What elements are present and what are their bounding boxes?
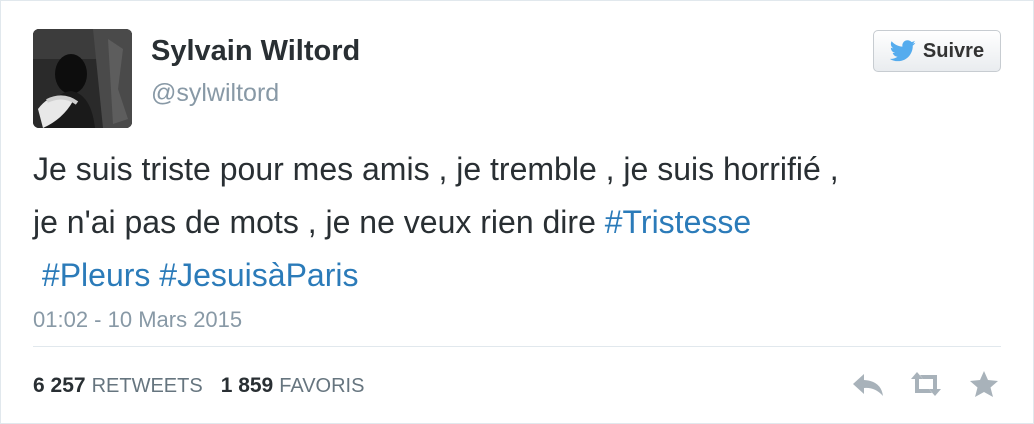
- avatar[interactable]: [33, 29, 132, 128]
- hashtag-pleurs[interactable]: #Pleurs: [42, 257, 151, 293]
- tweet-line-3: #Pleurs #JesuisàParis: [33, 249, 993, 302]
- twitter-bird-icon: [889, 40, 916, 62]
- follow-label: Suivre: [922, 39, 985, 62]
- tweet-line-2-text: je n'ai pas de mots , je ne veux rien di…: [33, 204, 605, 240]
- author-name[interactable]: Sylvain Wiltord: [151, 35, 360, 68]
- tweet-card: Sylvain Wiltord @sylwiltord Suivre Je su…: [0, 0, 1034, 424]
- tweet-line-1: Je suis triste pour mes amis , je trembl…: [33, 151, 839, 187]
- follow-button[interactable]: Suivre: [873, 30, 1001, 72]
- tweet-timestamp[interactable]: 01:02 - 10 Mars 2015: [33, 307, 242, 333]
- favorites-label[interactable]: FAVORIS: [279, 375, 364, 398]
- retweet-icon[interactable]: [909, 369, 943, 399]
- divider: [33, 346, 1001, 347]
- retweets-count[interactable]: 6 257: [33, 374, 86, 398]
- tweet-line-2: je n'ai pas de mots , je ne veux rien di…: [33, 196, 993, 249]
- tweet-stats: 6 257 RETWEETS 1 859 FAVORIS: [33, 374, 382, 398]
- reply-icon[interactable]: [851, 369, 885, 399]
- hashtag-jesuisaparis[interactable]: #JesuisàParis: [159, 257, 358, 293]
- star-icon[interactable]: [967, 369, 1001, 399]
- hashtag-tristesse[interactable]: #Tristesse: [605, 204, 751, 240]
- author-handle[interactable]: @sylwiltord: [151, 79, 279, 108]
- tweet-text: Je suis triste pour mes amis , je trembl…: [33, 143, 993, 302]
- favorites-count[interactable]: 1 859: [221, 374, 274, 398]
- retweets-label[interactable]: RETWEETS: [92, 375, 203, 398]
- tweet-actions: [851, 369, 1001, 399]
